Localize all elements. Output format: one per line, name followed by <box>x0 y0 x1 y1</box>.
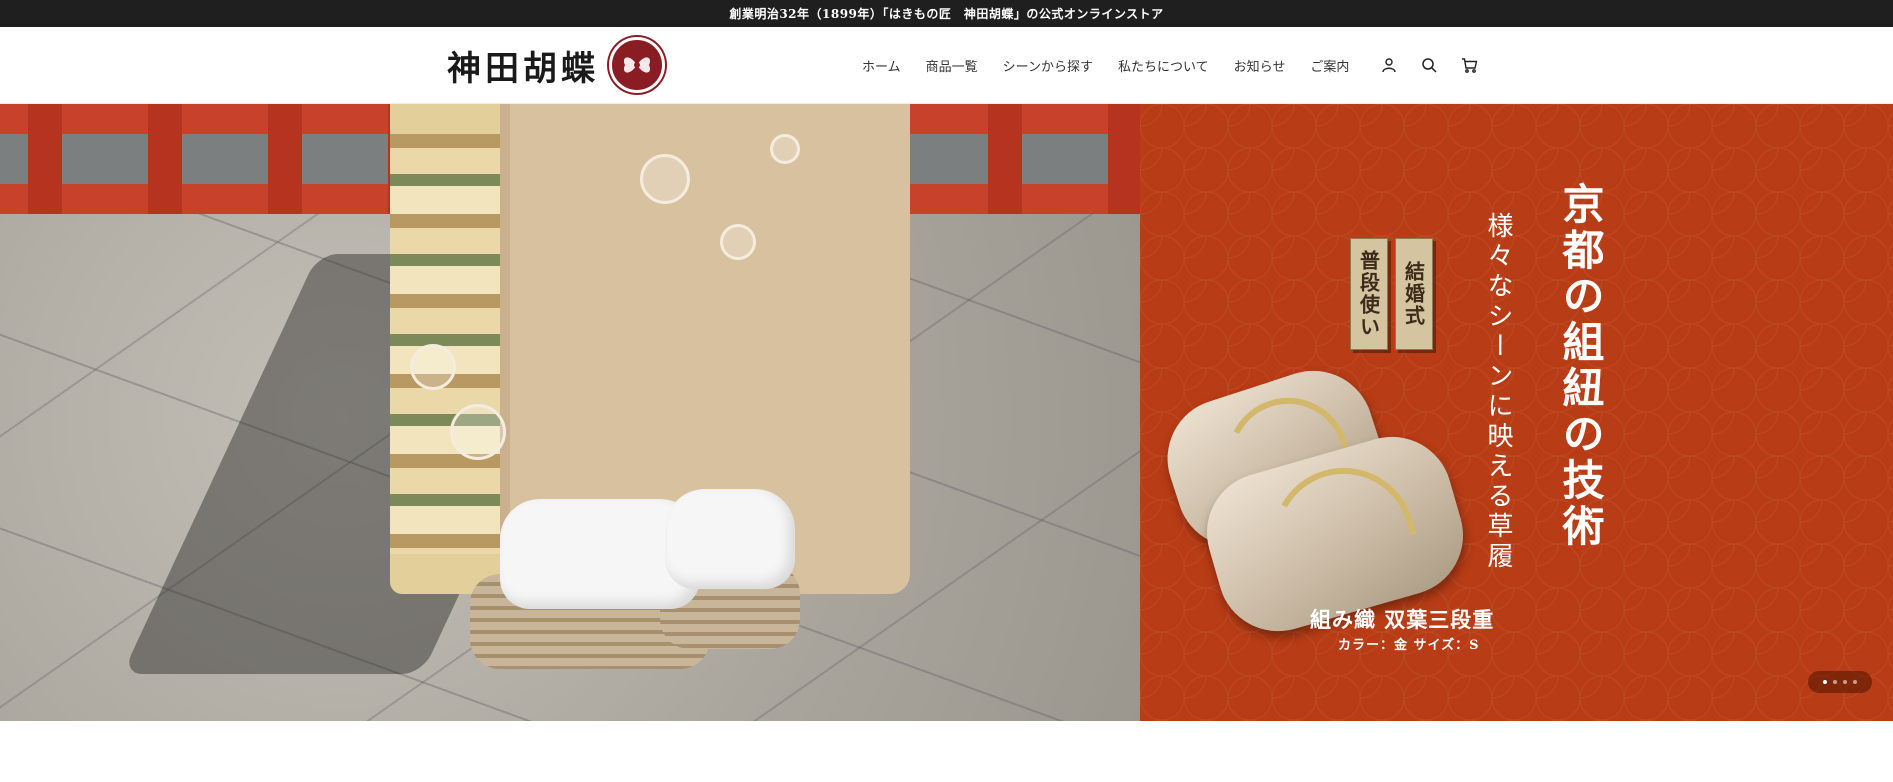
slide-dot[interactable] <box>1843 680 1847 684</box>
kimono-flower <box>720 224 756 260</box>
logo[interactable]: 神田胡蝶 <box>447 37 665 93</box>
announcement-text: 創業明治32年（1899年）「はきもの匠 神田胡蝶」の公式オンラインストア <box>729 7 1164 21</box>
slide-dot[interactable] <box>1823 680 1827 684</box>
nav-news[interactable]: お知らせ <box>1234 56 1286 75</box>
cart-icon[interactable] <box>1458 54 1480 76</box>
nav-scenes[interactable]: シーンから探す <box>1003 56 1093 75</box>
tabi-right <box>665 489 795 589</box>
slide-dot[interactable] <box>1853 680 1857 684</box>
site-header: 神田胡蝶 ホーム 商品一覧 シーンから探す 私たちについて お知らせ ご案内 <box>0 27 1893 104</box>
kimono-flower <box>640 154 690 204</box>
nav-guide[interactable]: ご案内 <box>1310 56 1349 75</box>
hero-banner: 京都の組紐の技術 様々なシーンに映える草履 結婚式 普段使い 組み織 双葉三段重… <box>1140 104 1893 721</box>
kimono-flower <box>770 134 800 164</box>
tag-wedding: 結婚式 <box>1395 238 1433 350</box>
main-nav: ホーム 商品一覧 シーンから探す 私たちについて お知らせ ご案内 <box>862 27 1480 103</box>
nav-about[interactable]: 私たちについて <box>1118 56 1209 75</box>
kimono-flower <box>450 404 506 460</box>
kimono-flower <box>410 344 456 390</box>
product-spec: カラー：金 サイズ：S <box>1338 638 1480 653</box>
logo-text: 神田胡蝶 <box>447 48 599 89</box>
account-icon[interactable] <box>1378 54 1400 76</box>
butterfly-crest-icon <box>609 37 665 93</box>
nav-products[interactable]: 商品一覧 <box>926 56 978 75</box>
hero-slider[interactable]: 京都の組紐の技術 様々なシーンに映える草履 結婚式 普段使い 組み織 双葉三段重… <box>0 104 1893 721</box>
nav-home[interactable]: ホーム <box>862 56 901 75</box>
hero-subheadline: 様々なシーンに映える草履 <box>1483 212 1513 572</box>
announcement-bar: 創業明治32年（1899年）「はきもの匠 神田胡蝶」の公式オンラインストア <box>0 0 1893 27</box>
hero-photo <box>0 104 1140 721</box>
tag-everyday: 普段使い <box>1350 238 1388 350</box>
slide-dot[interactable] <box>1833 680 1837 684</box>
search-icon[interactable] <box>1418 54 1440 76</box>
product-name: 組み織 双葉三段重 <box>1310 607 1495 632</box>
kimono-band <box>390 134 500 554</box>
hero-headline: 京都の組紐の技術 <box>1556 182 1605 550</box>
slider-pagination <box>1808 671 1872 693</box>
